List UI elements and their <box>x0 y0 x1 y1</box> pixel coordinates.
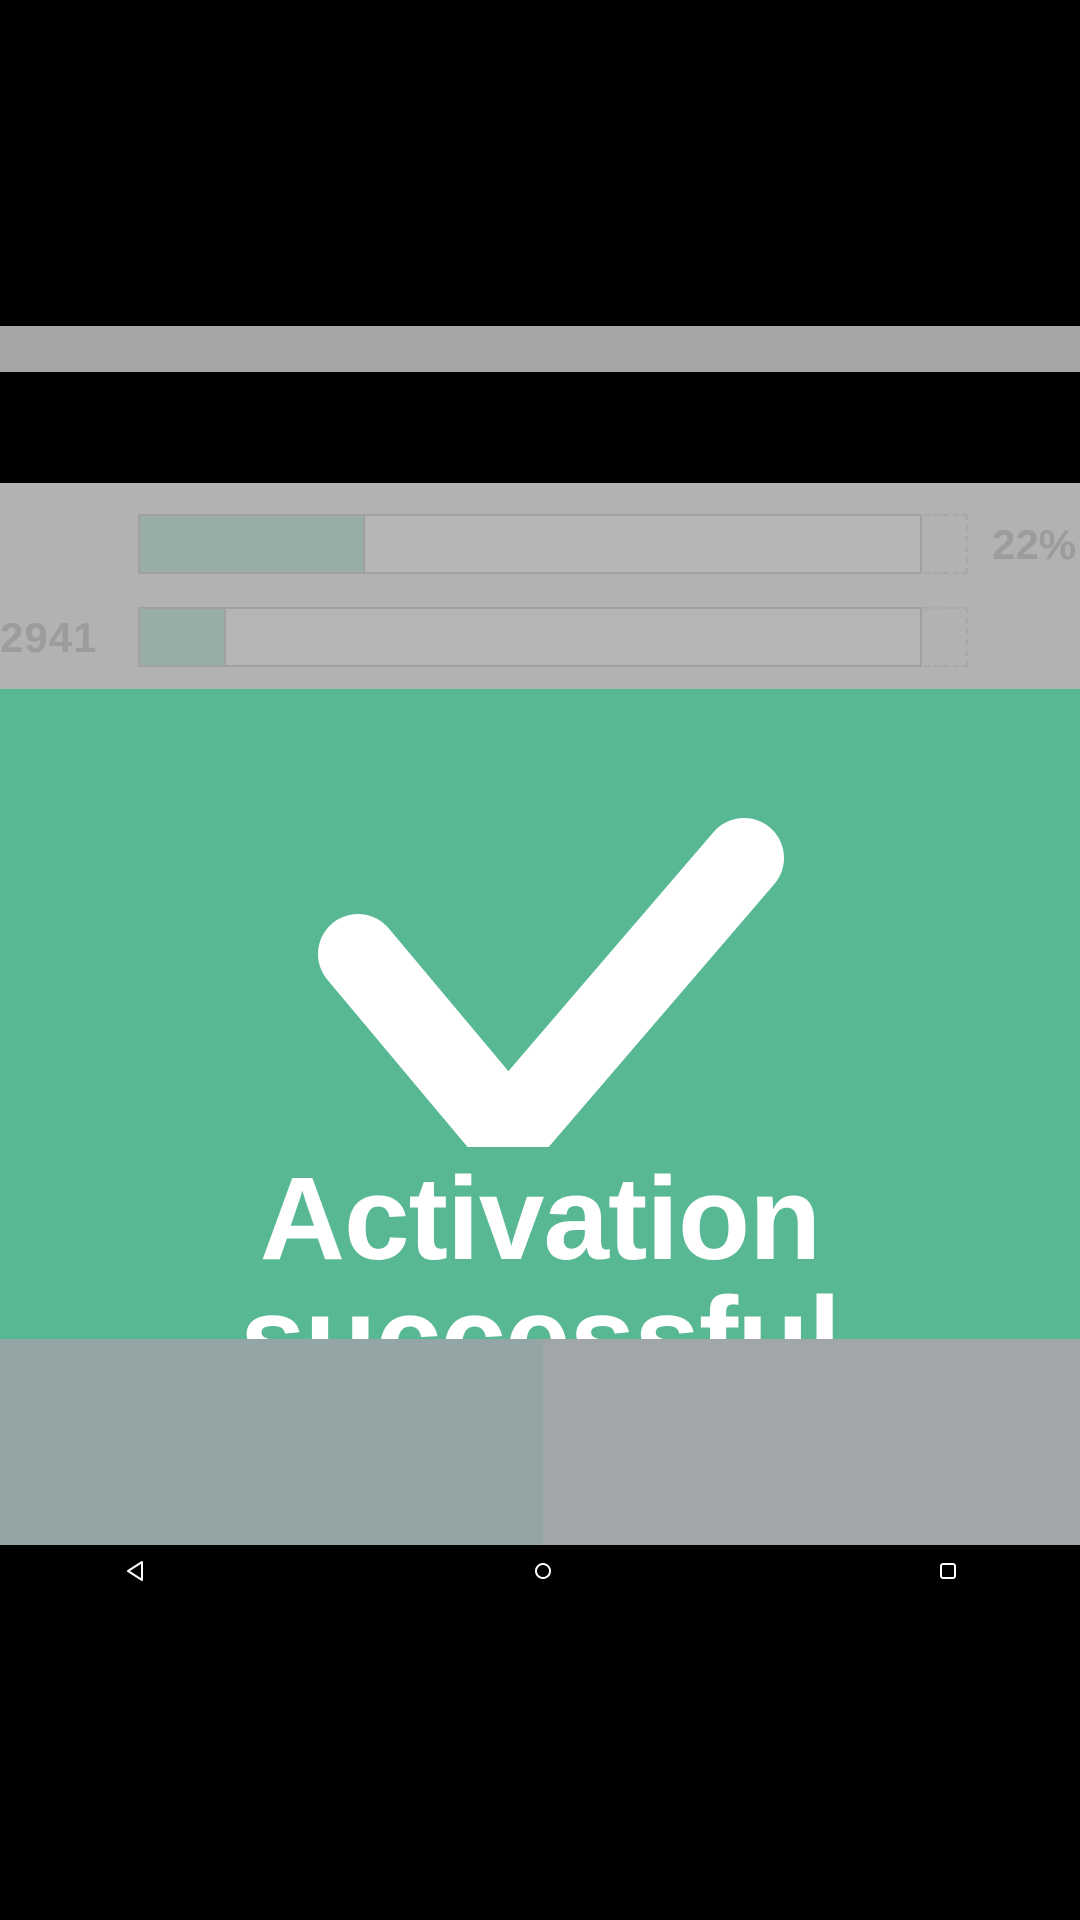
top-divider-strip <box>0 326 1080 372</box>
progress-area-dimmed: 22% 2941 <box>0 483 1080 689</box>
progress-track-end <box>924 514 968 574</box>
system-navigation-bar <box>0 1545 1080 1597</box>
bottom-left-panel-dimmed <box>0 1339 543 1545</box>
checkmark-icon <box>318 818 784 1147</box>
progress-row-2: 2941 <box>0 607 1080 669</box>
recents-button[interactable] <box>908 1545 988 1597</box>
bottom-right-panel-dimmed <box>543 1339 1080 1545</box>
progress-track <box>138 607 922 667</box>
progress-percent: 22% <box>992 521 1077 568</box>
progress-row-1: 22% <box>0 514 1080 576</box>
home-button[interactable] <box>503 1545 583 1597</box>
back-button[interactable] <box>96 1545 176 1597</box>
progress-row-label: 2941 <box>0 614 98 661</box>
screen: 22% 2941 Activation successful <box>0 0 1080 1920</box>
home-circle-icon <box>535 1563 551 1579</box>
progress-track-end <box>924 607 968 667</box>
progress-fill <box>140 516 365 572</box>
recents-square-icon <box>940 1563 956 1579</box>
back-triangle-icon <box>127 1561 143 1581</box>
progress-track <box>138 514 922 574</box>
activation-success-panel: Activation successful <box>0 689 1080 1399</box>
header-band <box>0 372 1080 483</box>
progress-fill <box>140 609 226 665</box>
